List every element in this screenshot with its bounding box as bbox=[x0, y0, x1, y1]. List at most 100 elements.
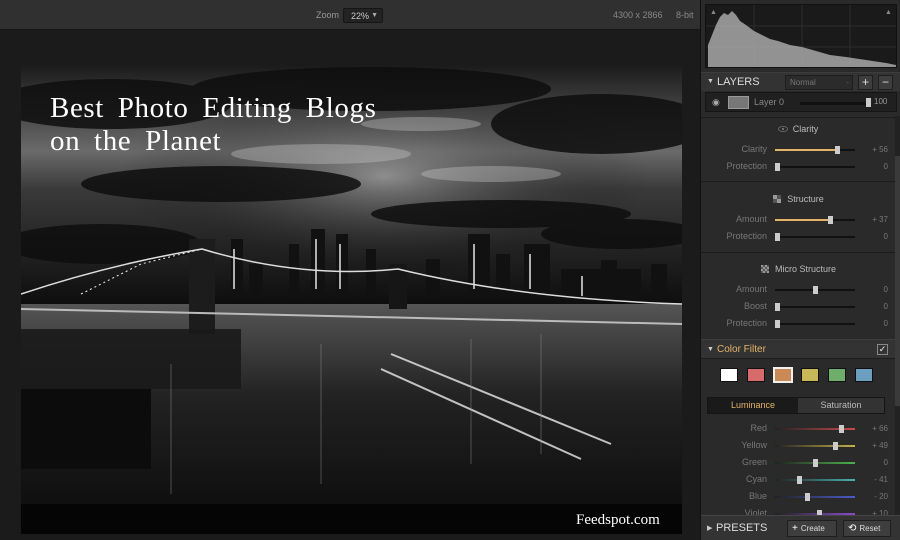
scrollbar-thumb[interactable] bbox=[895, 156, 900, 406]
slider-track[interactable] bbox=[775, 163, 855, 171]
slider-track[interactable] bbox=[775, 216, 855, 224]
slider-knob[interactable] bbox=[775, 320, 780, 328]
slider-track[interactable] bbox=[775, 303, 855, 311]
divider bbox=[701, 117, 895, 118]
clarity-section-title[interactable]: Clarity bbox=[701, 124, 895, 134]
slider-knob[interactable] bbox=[813, 286, 818, 294]
micro-structure-title: Micro Structure bbox=[774, 264, 836, 274]
top-toolbar: Zoom 22% ▼ 4300 x 2866 8-bit bbox=[0, 0, 700, 30]
slider-track[interactable] bbox=[775, 286, 855, 294]
layers-title: LAYERS bbox=[717, 76, 760, 88]
color-swatch[interactable] bbox=[747, 368, 765, 382]
slider-track[interactable] bbox=[775, 233, 855, 241]
slider-label: Amount bbox=[735, 284, 767, 294]
slider-fill bbox=[775, 149, 838, 151]
blend-mode-select[interactable]: Normal - bbox=[785, 75, 853, 90]
color-filter-tabs: Luminance Saturation bbox=[707, 397, 885, 414]
slider-value: + 49 bbox=[872, 441, 888, 450]
slider-value: 0 bbox=[883, 302, 888, 311]
layer-opacity-slider[interactable] bbox=[800, 102, 870, 105]
slider-track[interactable] bbox=[775, 425, 855, 433]
slider-knob[interactable] bbox=[805, 493, 810, 501]
histogram-graph bbox=[706, 5, 896, 67]
create-preset-button[interactable]: + Create bbox=[787, 520, 837, 537]
reset-icon: ⟲ bbox=[848, 523, 857, 534]
layer-opacity-knob[interactable] bbox=[866, 98, 871, 107]
slider-label: Blue bbox=[748, 491, 767, 501]
remove-layer-button[interactable]: − bbox=[878, 75, 893, 90]
highlight-clipping-icon[interactable]: ▲ bbox=[884, 8, 893, 17]
slider-knob[interactable] bbox=[775, 233, 780, 241]
slider-label: Protection bbox=[726, 318, 767, 328]
slider-label: Protection bbox=[726, 231, 767, 241]
color-swatch[interactable] bbox=[801, 368, 819, 382]
expand-triangle-icon[interactable]: ▶ bbox=[707, 524, 712, 532]
zoom-label: Zoom bbox=[316, 10, 340, 20]
slider-label: Boost bbox=[743, 301, 767, 311]
presets-footer: ▶ PRESETS + Create ⟲ Reset bbox=[701, 515, 900, 540]
color-filter-enable-checkbox[interactable]: ✓ bbox=[877, 344, 888, 355]
slider-knob[interactable] bbox=[775, 163, 780, 171]
slider-knob[interactable] bbox=[827, 216, 833, 224]
slider-value: 0 bbox=[883, 319, 888, 328]
divider bbox=[701, 181, 895, 182]
slider-label: Yellow bbox=[741, 440, 767, 450]
slider-value: 0 bbox=[883, 285, 888, 294]
zoom-value: 22% bbox=[351, 11, 370, 21]
zoom-select[interactable]: 22% ▼ bbox=[343, 8, 383, 23]
chevron-down-icon: ▼ bbox=[371, 12, 378, 19]
slider-knob[interactable] bbox=[775, 303, 780, 311]
slider-value: + 37 bbox=[872, 215, 888, 224]
color-swatch[interactable] bbox=[720, 368, 738, 382]
image-canvas[interactable]: Best Photo Editing Blogs on the Planet bbox=[0, 31, 700, 540]
color-filter-header[interactable]: ▼ Color Filter ✓ bbox=[701, 339, 895, 359]
slider-track[interactable] bbox=[775, 320, 855, 328]
collapse-triangle-icon[interactable]: ▼ bbox=[707, 346, 714, 353]
watermark: Feedspot.com bbox=[576, 512, 660, 528]
overlay-title: Best Photo Editing Blogs on the Planet bbox=[50, 92, 470, 158]
layer-row[interactable]: ◉ Layer 0 100 bbox=[705, 92, 897, 112]
slider-value: 0 bbox=[883, 458, 888, 467]
photo-preview: Best Photo Editing Blogs on the Planet bbox=[21, 64, 682, 534]
tab-luminance[interactable]: Luminance bbox=[708, 398, 798, 413]
eye-outline-icon bbox=[777, 126, 788, 132]
slider-track[interactable] bbox=[775, 476, 855, 484]
image-dimensions: 4300 x 2866 bbox=[613, 10, 663, 20]
slider-track[interactable] bbox=[775, 493, 855, 501]
visibility-eye-icon[interactable]: ◉ bbox=[712, 97, 720, 108]
layers-header[interactable]: ▼ LAYERS Normal - + − bbox=[701, 72, 900, 91]
slider-knob[interactable] bbox=[835, 146, 841, 154]
color-swatch[interactable] bbox=[828, 368, 846, 382]
collapse-triangle-icon[interactable]: ▼ bbox=[707, 78, 714, 85]
slider-knob[interactable] bbox=[813, 459, 818, 467]
slider-value: 0 bbox=[883, 232, 888, 241]
add-layer-button[interactable]: + bbox=[858, 75, 873, 90]
slider-track[interactable] bbox=[775, 442, 855, 450]
fine-checker-icon bbox=[760, 265, 769, 273]
slider-knob[interactable] bbox=[796, 476, 802, 484]
color-swatch[interactable] bbox=[855, 368, 873, 382]
slider-value: 0 bbox=[883, 162, 888, 171]
slider-knob[interactable] bbox=[832, 442, 838, 450]
color-swatch[interactable] bbox=[773, 367, 793, 383]
slider-track[interactable] bbox=[775, 146, 855, 154]
slider-value: + 56 bbox=[872, 145, 888, 154]
slider-label: Red bbox=[750, 423, 767, 433]
blend-mode-value: Normal bbox=[790, 78, 816, 87]
layer-thumbnail bbox=[728, 96, 749, 109]
clarity-title: Clarity bbox=[792, 124, 819, 134]
histogram: ▲ ▲ bbox=[705, 4, 897, 68]
panel-scrollbar[interactable] bbox=[895, 116, 900, 516]
reset-button[interactable]: ⟲ Reset bbox=[843, 520, 891, 537]
structure-section-title[interactable]: Structure bbox=[701, 194, 895, 204]
chevron-down-icon: - bbox=[846, 78, 849, 87]
right-panel: ▲ ▲ ▼ LAYERS Normal - + − ◉ Layer 0 100 … bbox=[700, 0, 900, 540]
slider-knob[interactable] bbox=[839, 425, 845, 433]
slider-label: Clarity bbox=[741, 144, 767, 154]
slider-label: Green bbox=[741, 457, 767, 467]
micro-structure-section-title[interactable]: Micro Structure bbox=[701, 264, 895, 274]
presets-title: PRESETS bbox=[716, 522, 768, 534]
shadow-clipping-icon[interactable]: ▲ bbox=[709, 8, 718, 17]
slider-track[interactable] bbox=[775, 459, 855, 467]
tab-saturation[interactable]: Saturation bbox=[798, 398, 884, 413]
